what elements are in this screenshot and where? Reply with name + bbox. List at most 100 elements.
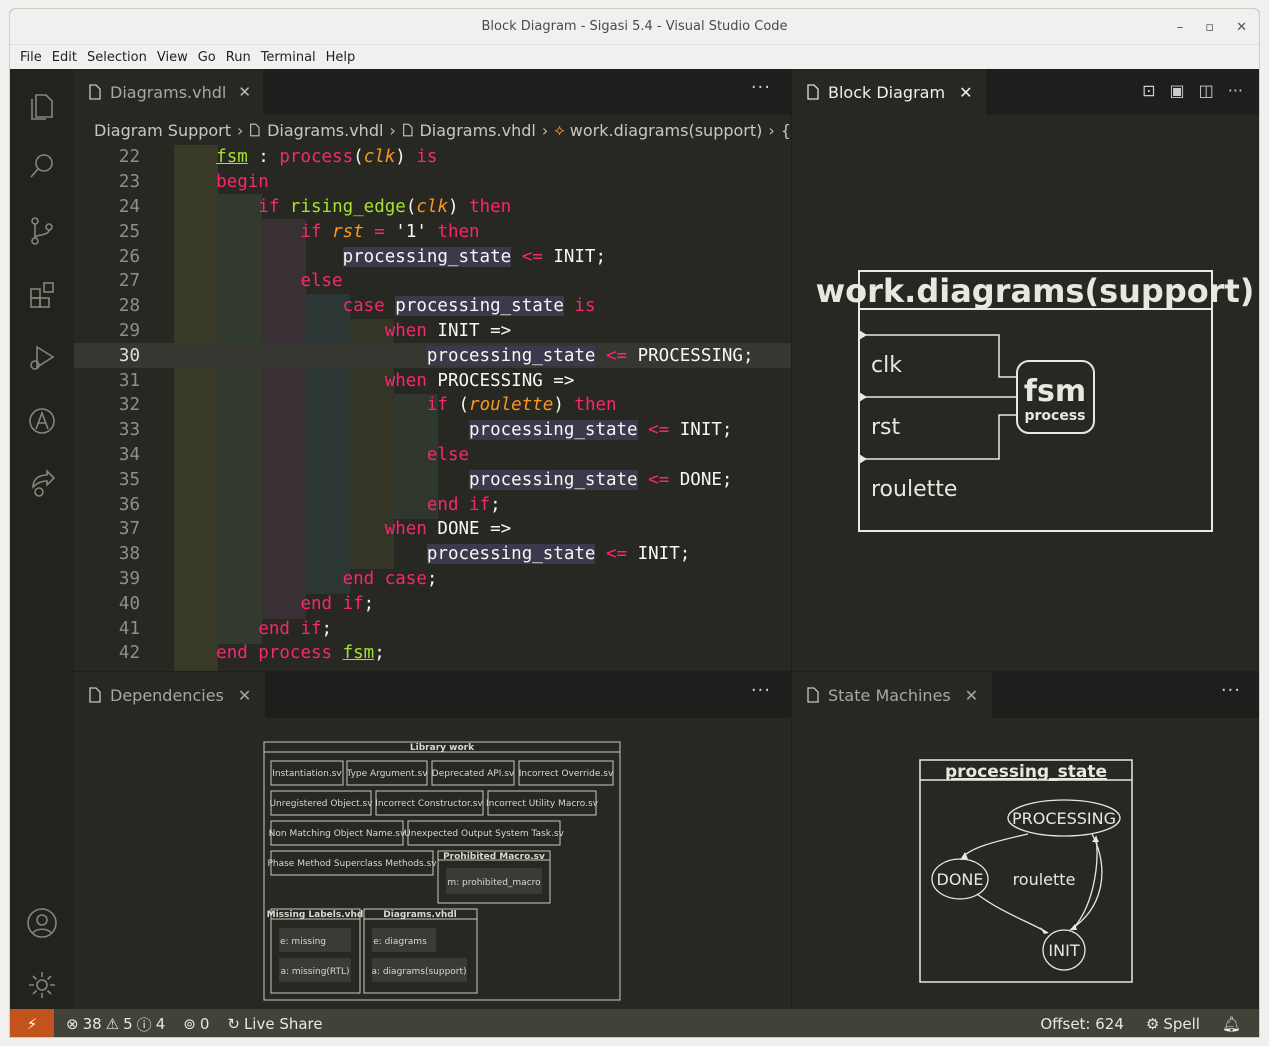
- more-actions-icon[interactable]: ···: [1228, 81, 1243, 100]
- dep-file[interactable]: Unregistered Object.sv: [269, 799, 373, 809]
- explorer-icon[interactable]: [24, 87, 60, 123]
- ports-indicator[interactable]: ⊚ 0: [183, 1015, 209, 1033]
- tab-dependencies[interactable]: Dependencies ✕: [74, 672, 266, 718]
- menu-selection[interactable]: Selection: [82, 50, 152, 65]
- status-bar: ⚡ ⊗ 38 ⚠ 5 ⓘ 4 ⊚ 0 ↻ Live Share Offset: 624 ⚙…: [10, 1009, 1259, 1037]
- tab-block-diagram[interactable]: Block Diagram ✕: [792, 69, 987, 115]
- file-icon: [250, 123, 260, 137]
- port-roulette[interactable]: roulette: [871, 477, 957, 502]
- menu-view[interactable]: View: [152, 50, 193, 65]
- fit-view-icon[interactable]: ⊡: [1142, 81, 1155, 100]
- tab-diagrams-vhdl[interactable]: Diagrams.vhdl ✕: [74, 69, 263, 115]
- menu-edit[interactable]: Edit: [47, 50, 82, 65]
- maximize-button[interactable]: ▫: [1205, 20, 1214, 35]
- process-label: process: [1024, 408, 1085, 424]
- close-window-button[interactable]: ✕: [1236, 20, 1247, 35]
- breadcrumb-item[interactable]: Diagrams.vhdl: [419, 121, 535, 140]
- menu-file[interactable]: File: [15, 50, 47, 65]
- dep-file[interactable]: Incorrect Constructor.sv: [375, 799, 483, 809]
- dep-file[interactable]: Phase Method Superclass Methods.sv: [267, 859, 437, 869]
- dep-file[interactable]: Incorrect Utility Macro.sv: [486, 799, 599, 809]
- code-line: 32 if (roulette) then: [74, 393, 791, 418]
- spell-button[interactable]: ⚙ Spell: [1146, 1015, 1200, 1033]
- account-icon[interactable]: [24, 905, 60, 941]
- problems-indicator[interactable]: ⊗ 38 ⚠ 5 ⓘ 4: [66, 1014, 165, 1035]
- code-text: end case;: [342, 568, 438, 589]
- breadcrumb-item[interactable]: {: [781, 121, 791, 140]
- tab-label: Block Diagram: [828, 82, 946, 102]
- close-tab-icon[interactable]: ✕: [959, 83, 972, 102]
- library-label: Library work: [410, 743, 475, 753]
- dep-file[interactable]: Unexpected Output System Task.sv: [404, 829, 564, 839]
- split-editor-icon[interactable]: ◫: [1199, 81, 1214, 100]
- code-text: else: [300, 271, 343, 292]
- line-number: 41: [118, 618, 140, 639]
- breadcrumb-item[interactable]: Diagram Support: [94, 121, 231, 140]
- source-control-icon[interactable]: [24, 213, 60, 249]
- window-title: Block Diagram - Sigasi 5.4 - Visual Stud…: [481, 19, 788, 34]
- entity-title: work.diagrams(support): [816, 272, 1255, 310]
- settings-gear-icon[interactable]: [24, 967, 60, 1003]
- more-actions-icon[interactable]: ···: [1221, 680, 1241, 701]
- state-label: PROCESSING: [1012, 809, 1116, 828]
- state-machine-diagram: processing_state PROCESSING DONE INIT ro…: [919, 759, 1133, 983]
- menu-terminal[interactable]: Terminal: [256, 50, 321, 65]
- offset-indicator[interactable]: Offset: 624: [1040, 1015, 1124, 1033]
- dep-file[interactable]: Type Argument.sv: [345, 769, 428, 779]
- more-actions-icon[interactable]: ···: [751, 77, 771, 98]
- dep-file[interactable]: Missing Labels.vhd: [267, 910, 364, 920]
- minimize-button[interactable]: –: [1177, 20, 1184, 35]
- tab-state-machines[interactable]: State Machines ✕: [792, 672, 993, 718]
- save-icon[interactable]: ▣: [1169, 81, 1184, 100]
- dependencies-panel: Dependencies ✕ ··· Library work Instanti…: [74, 671, 791, 1009]
- code-line: 37 when DONE =>: [74, 517, 791, 542]
- more-actions-icon[interactable]: ···: [751, 680, 771, 701]
- error-count: 38: [82, 1015, 102, 1033]
- run-debug-icon[interactable]: [24, 339, 60, 375]
- dep-file[interactable]: Deprecated API.sv: [432, 769, 515, 779]
- port-clk[interactable]: clk: [871, 353, 902, 378]
- code-line: 42 end process fsm;: [74, 641, 791, 666]
- dep-item[interactable]: e: missing: [280, 937, 326, 947]
- close-tab-icon[interactable]: ✕: [238, 83, 251, 101]
- live-share-icon[interactable]: [24, 465, 60, 501]
- code-text: processing_state <= DONE;: [469, 469, 733, 490]
- port-rst[interactable]: rst: [871, 415, 901, 440]
- extensions-icon[interactable]: [24, 277, 60, 313]
- remote-icon[interactable]: ⚡: [10, 1009, 54, 1037]
- menu-run[interactable]: Run: [221, 50, 256, 65]
- warning-icon: ⚠: [105, 1015, 120, 1033]
- state-machines-tab-bar: State Machines ✕ ···: [792, 672, 1259, 718]
- file-icon: [807, 84, 819, 100]
- code-line: 36 end if;: [74, 492, 791, 517]
- breadcrumb-item[interactable]: Diagrams.vhdl: [267, 121, 383, 140]
- block-diagram-panel: Block Diagram ✕ ⊡ ▣ ◫ ··· work.diagrams(…: [791, 69, 1259, 671]
- dep-item[interactable]: m: prohibited_macro: [447, 878, 541, 888]
- dep-file[interactable]: Instantiation.sv: [272, 769, 342, 779]
- breadcrumb-item[interactable]: work.diagrams(support): [570, 121, 763, 140]
- dep-file[interactable]: Non Matching Object Name.sv: [269, 829, 406, 839]
- notifications-bell-icon[interactable]: 🔔︎: [1222, 1015, 1241, 1033]
- code-area[interactable]: 22 fsm : process(clk) is 23 begin 24 if …: [74, 145, 791, 671]
- activity-bar: [10, 69, 74, 1009]
- dep-file[interactable]: Prohibited Macro.sv: [443, 852, 545, 862]
- dep-file[interactable]: Incorrect Override.sv: [519, 769, 614, 779]
- dep-item[interactable]: a: diagrams(support): [371, 967, 466, 977]
- dep-item[interactable]: a: missing(RTL): [280, 967, 349, 977]
- close-tab-icon[interactable]: ✕: [238, 686, 251, 705]
- line-number: 29: [118, 320, 140, 341]
- search-icon[interactable]: [24, 149, 60, 185]
- live-share-button[interactable]: ↻ Live Share: [227, 1015, 322, 1033]
- sigasi-icon[interactable]: [24, 403, 60, 439]
- dep-file[interactable]: Diagrams.vhdl: [383, 910, 457, 920]
- file-icon: [89, 84, 101, 100]
- menu-bar: File Edit Selection View Go Run Terminal…: [10, 45, 1259, 69]
- close-tab-icon[interactable]: ✕: [965, 686, 978, 705]
- dep-item[interactable]: e: diagrams: [373, 937, 427, 947]
- menu-go[interactable]: Go: [193, 50, 221, 65]
- code-line: 33 processing_state <= INIT;: [74, 418, 791, 443]
- menu-help[interactable]: Help: [321, 50, 361, 65]
- line-number: 31: [118, 370, 140, 391]
- code-text: if (roulette) then: [426, 395, 617, 416]
- port-arrow-icon: [859, 330, 867, 340]
